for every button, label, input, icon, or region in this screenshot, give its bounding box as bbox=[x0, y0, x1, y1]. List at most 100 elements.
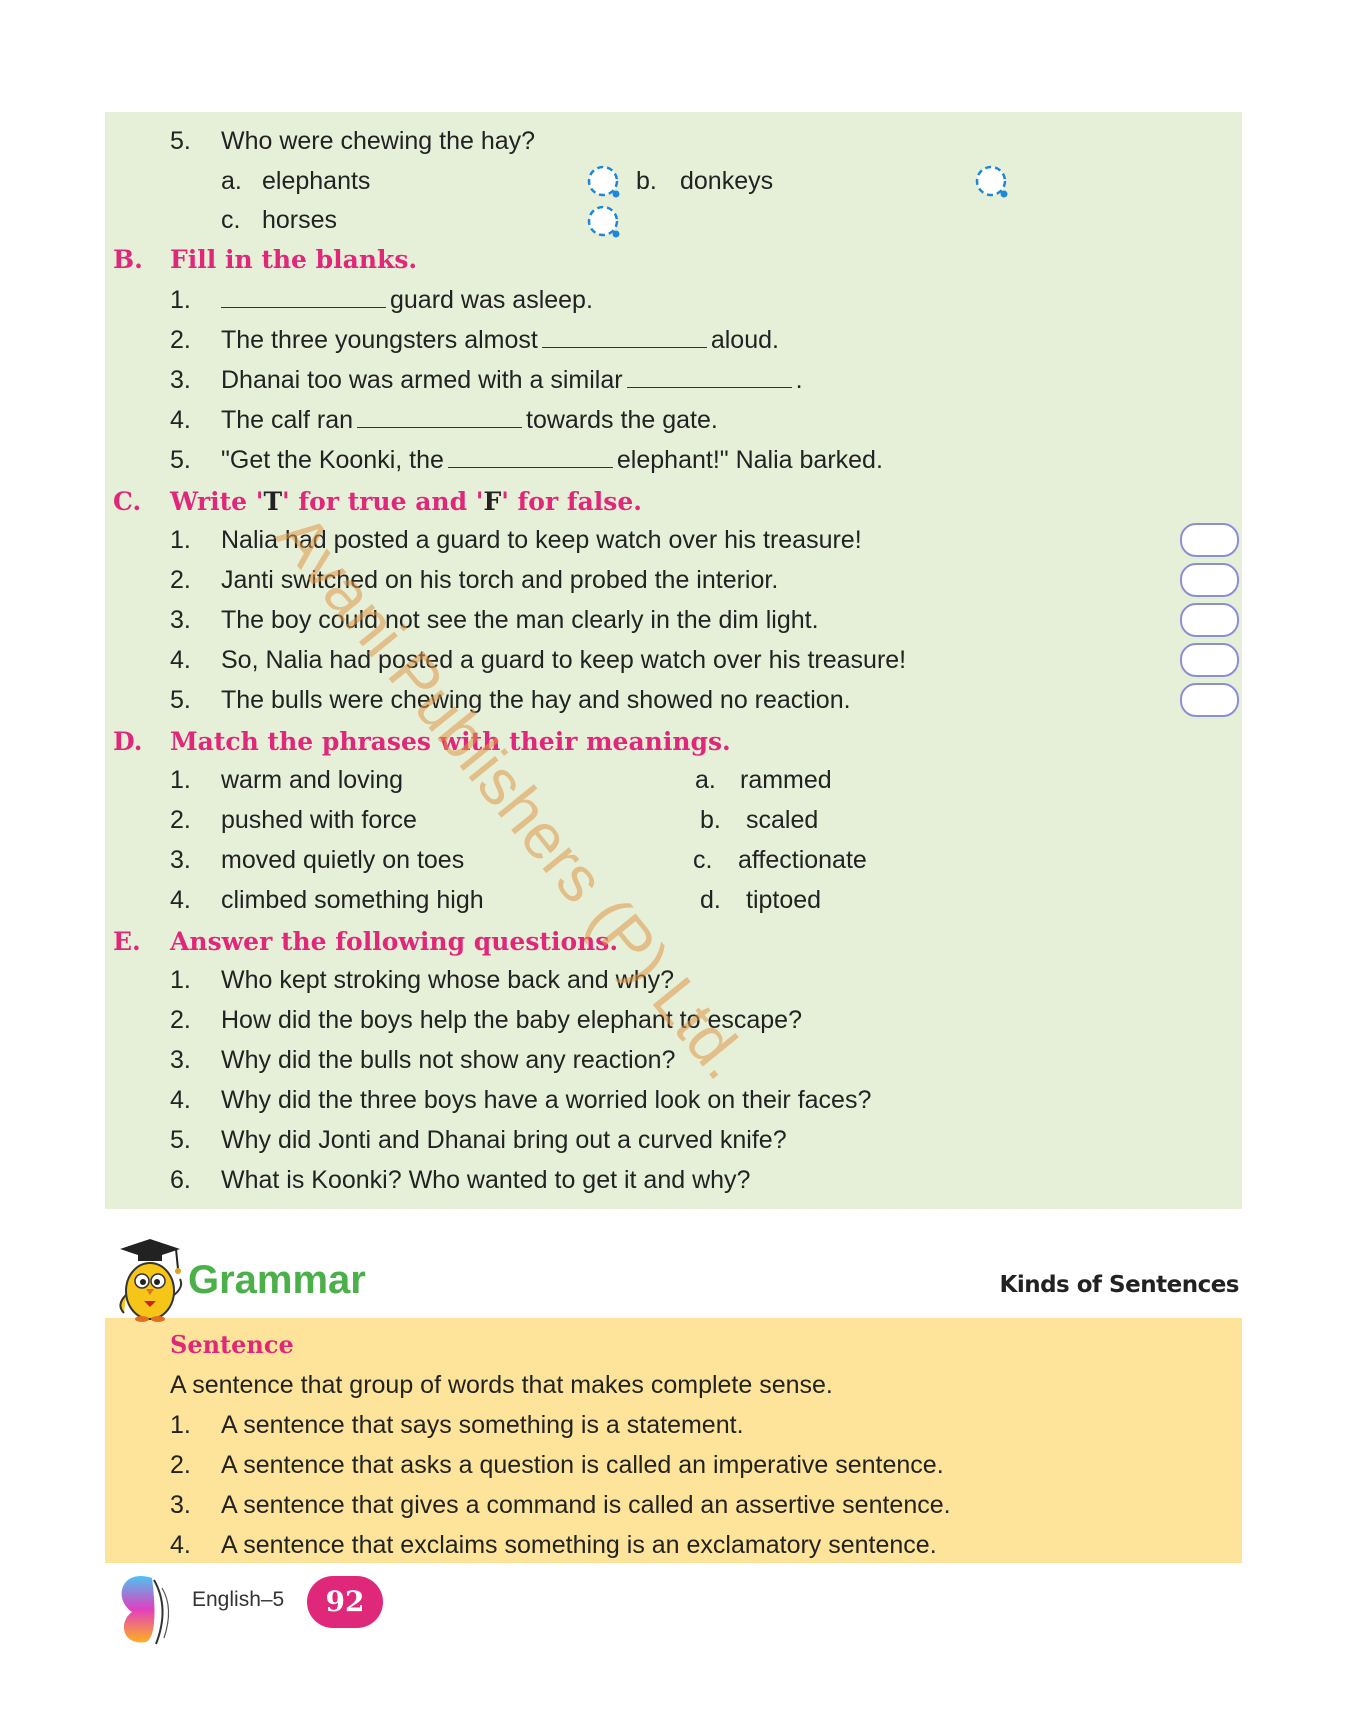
statement-text: The bulls were chewing the hay and showe… bbox=[221, 686, 851, 714]
blank-text-before: Dhanai too was armed with a similar bbox=[221, 366, 623, 394]
blank-text-after: guard was asleep. bbox=[390, 286, 593, 314]
item-number: 2. bbox=[170, 1006, 191, 1034]
item-number: 3. bbox=[170, 606, 191, 634]
item-number: 4. bbox=[170, 886, 191, 914]
question-text: Why did the three boys have a worried lo… bbox=[221, 1086, 872, 1114]
book-label: English–5 bbox=[192, 1588, 285, 1611]
section-title: Answer the following questions. bbox=[170, 927, 619, 956]
blank-line[interactable] bbox=[626, 365, 792, 388]
meaning-label: d. bbox=[700, 886, 721, 914]
blank-text-before: The calf ran bbox=[221, 406, 354, 434]
section-title: Fill in the blanks. bbox=[170, 245, 418, 274]
phrase-text: pushed with force bbox=[221, 806, 417, 834]
section-title: Match the phrases with their meanings. bbox=[170, 727, 731, 756]
statement-text: So, Nalia had posted a guard to keep wat… bbox=[221, 646, 907, 674]
fill-blank-item: The calf ran towards the gate. bbox=[221, 405, 718, 435]
question-number: 5. bbox=[170, 127, 191, 155]
blank-line[interactable] bbox=[447, 445, 613, 468]
true-false-answer-box[interactable] bbox=[1180, 683, 1239, 717]
owl-mascot-icon bbox=[119, 1239, 183, 1322]
section-letter: D. bbox=[113, 727, 143, 756]
grammar-title: Grammar bbox=[188, 1258, 366, 1302]
item-number: 1. bbox=[170, 286, 191, 314]
item-number: 5. bbox=[170, 686, 191, 714]
blank-line[interactable] bbox=[221, 285, 386, 308]
meaning-text: tiptoed bbox=[746, 886, 822, 914]
item-number: 1. bbox=[170, 966, 191, 994]
answer-circle[interactable] bbox=[586, 164, 620, 198]
statement-text: The boy could not see the man clearly in… bbox=[221, 606, 819, 634]
blank-text-after: elephant!" Nalia barked. bbox=[616, 446, 883, 474]
item-number: 3. bbox=[170, 1046, 191, 1074]
blank-text-before: The three youngsters almost bbox=[221, 326, 538, 354]
fill-blank-item: The three youngsters almost aloud. bbox=[221, 325, 779, 355]
item-number: 1. bbox=[170, 766, 191, 794]
question-text: Why did the bulls not show any reaction? bbox=[221, 1046, 676, 1074]
answer-circle[interactable] bbox=[974, 164, 1008, 198]
meaning-text: rammed bbox=[740, 766, 832, 794]
meaning-label: a. bbox=[695, 766, 716, 794]
phrase-text: warm and loving bbox=[221, 766, 404, 794]
question-text: Who kept stroking whose back and why? bbox=[221, 966, 675, 994]
item-number: 4. bbox=[170, 406, 191, 434]
true-false-answer-box[interactable] bbox=[1180, 563, 1239, 597]
section-letter: C. bbox=[113, 487, 142, 516]
grammar-rule: A sentence that gives a command is calle… bbox=[221, 1491, 951, 1519]
question-text: How did the boys help the baby elephant … bbox=[221, 1006, 802, 1034]
statement-text: Janti switched on his torch and probed t… bbox=[221, 566, 779, 594]
true-false-answer-box[interactable] bbox=[1180, 603, 1239, 637]
question-text: Who were chewing the hay? bbox=[221, 127, 536, 155]
item-number: 3. bbox=[170, 366, 191, 394]
blank-text-after: . bbox=[795, 366, 803, 394]
section-title: Write 'T' for true and 'F' for false. bbox=[170, 487, 642, 517]
option-label: b. bbox=[636, 167, 657, 195]
statement-text: Nalia had posted a guard to keep watch o… bbox=[221, 526, 862, 554]
grammar-rule: A sentence that says something is a stat… bbox=[221, 1411, 744, 1439]
grammar-rule: A sentence that exclaims something is an… bbox=[221, 1531, 937, 1559]
answer-circle[interactable] bbox=[586, 204, 620, 238]
item-number: 5. bbox=[170, 1126, 191, 1154]
meaning-text: scaled bbox=[746, 806, 819, 834]
option-text: donkeys bbox=[680, 167, 774, 195]
meaning-text: affectionate bbox=[738, 846, 867, 874]
item-number: 4. bbox=[170, 646, 191, 674]
title-part: ' for false. bbox=[501, 487, 642, 516]
blank-line[interactable] bbox=[357, 405, 523, 428]
section-letter: B. bbox=[113, 245, 143, 274]
true-false-answer-box[interactable] bbox=[1180, 523, 1239, 557]
item-number: 2. bbox=[170, 806, 191, 834]
option-label: c. bbox=[221, 206, 241, 234]
question-text: What is Koonki? Who wanted to get it and… bbox=[221, 1166, 751, 1194]
blank-text-after: towards the gate. bbox=[526, 406, 718, 434]
item-number: 2. bbox=[170, 566, 191, 594]
blank-text-before: "Get the Koonki, the bbox=[221, 446, 444, 474]
page-number: 92 bbox=[307, 1576, 383, 1628]
item-number: 2. bbox=[170, 1451, 191, 1479]
fill-blank-item: "Get the Koonki, the elephant!" Nalia bar… bbox=[221, 445, 883, 475]
grammar-subtitle: Kinds of Sentences bbox=[999, 1272, 1240, 1298]
item-number: 5. bbox=[170, 446, 191, 474]
section-letter: E. bbox=[113, 927, 141, 956]
option-text: horses bbox=[262, 206, 338, 234]
sentence-definition: A sentence that group of words that make… bbox=[170, 1371, 833, 1399]
true-false-answer-box[interactable] bbox=[1180, 643, 1239, 677]
question-text: Why did Jonti and Dhanai bring out a cur… bbox=[221, 1126, 787, 1154]
item-number: 6. bbox=[170, 1166, 191, 1194]
sentence-heading: Sentence bbox=[170, 1330, 294, 1359]
item-number: 1. bbox=[170, 1411, 191, 1439]
blank-text-after: aloud. bbox=[710, 326, 779, 354]
true-letter: T bbox=[263, 487, 283, 516]
meaning-label: c. bbox=[693, 846, 713, 874]
false-letter: F bbox=[483, 487, 502, 516]
item-number: 4. bbox=[170, 1531, 191, 1559]
blank-line[interactable] bbox=[541, 325, 707, 348]
item-number: 2. bbox=[170, 326, 191, 354]
title-part: Write ' bbox=[170, 487, 264, 516]
grammar-rule: A sentence that asks a question is calle… bbox=[221, 1451, 944, 1479]
fill-blank-item: Dhanai too was armed with a similar. bbox=[221, 365, 803, 395]
item-number: 3. bbox=[170, 846, 191, 874]
phrase-text: moved quietly on toes bbox=[221, 846, 465, 874]
item-number: 3. bbox=[170, 1491, 191, 1519]
title-part: ' for true and ' bbox=[282, 487, 484, 516]
phrase-text: climbed something high bbox=[221, 886, 484, 914]
